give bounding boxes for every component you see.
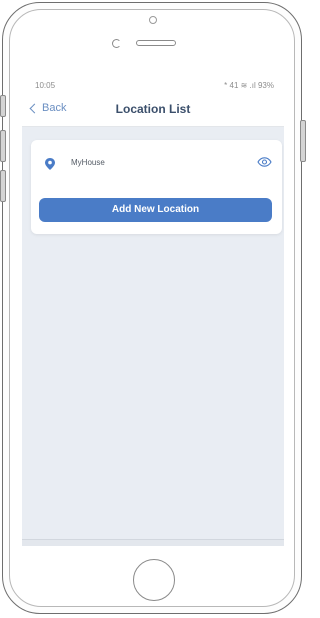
side-button-power (300, 120, 306, 162)
side-button-mute (0, 95, 6, 117)
status-indicators: * 41 ≋ .ıl 93% (224, 81, 274, 90)
navigation-bar: Back Location List (22, 92, 284, 127)
side-button-volume-down (0, 170, 6, 202)
earpiece-speaker (136, 40, 176, 46)
location-card: MyHouse Add New Location (31, 140, 282, 234)
location-name: MyHouse (71, 158, 105, 167)
add-new-location-button[interactable]: Add New Location (39, 198, 272, 222)
status-bar: 10:05 * 41 ≋ .ıl 93% (22, 78, 284, 92)
status-time: 10:05 (35, 81, 56, 90)
front-sensor (149, 16, 157, 24)
bottom-tab-bar (22, 539, 284, 546)
home-button[interactable] (133, 559, 175, 601)
front-camera (112, 39, 121, 48)
app-screen: 10:05 * 41 ≋ .ıl 93% Back Location List … (22, 78, 284, 546)
eye-icon[interactable] (257, 157, 272, 167)
side-button-volume-up (0, 130, 6, 162)
location-row[interactable]: MyHouse (31, 154, 282, 174)
page-title: Location List (115, 102, 191, 116)
map-pin-icon (45, 158, 55, 170)
